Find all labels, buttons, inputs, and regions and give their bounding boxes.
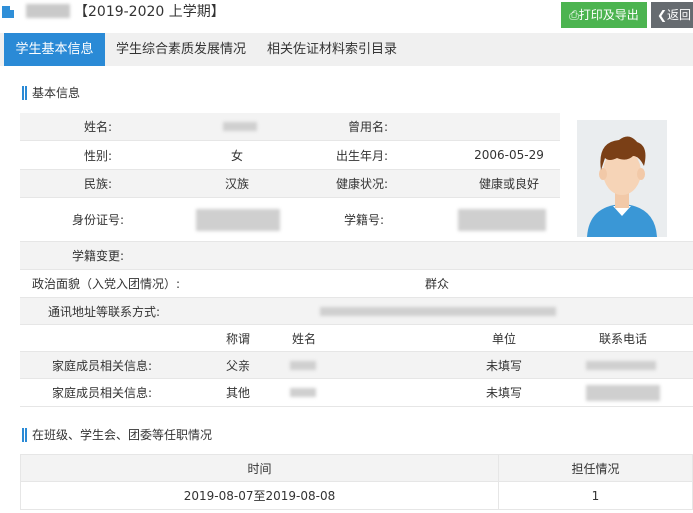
student-photo: [577, 120, 667, 237]
positions-title: 在班级、学生会、团委等任职情况: [22, 428, 212, 442]
row-family-headers: 称谓 姓名 单位 联系电话: [20, 325, 693, 352]
family-member-relation: 父亲: [225, 358, 250, 373]
tab-basic-info[interactable]: 学生基本信息: [4, 33, 105, 66]
address-value-redacted: [320, 298, 560, 324]
positions-table-header: 时间 担任情况: [20, 454, 693, 482]
birth-label: 出生年月:: [335, 148, 388, 163]
family-header-relation: 称谓: [225, 331, 250, 346]
row-enrollment-change: 学籍变更:: [20, 242, 693, 270]
back-button[interactable]: ❮返回: [651, 2, 693, 28]
family-member-phone-redacted: [586, 379, 666, 406]
student-no-value-redacted: [458, 198, 554, 241]
id-label: 身份证号:: [71, 213, 124, 227]
top-bar: 【2019-2020 上学期】 ⎙打印及导出 ❮返回: [0, 0, 693, 32]
ethnicity-label: 民族:: [83, 177, 112, 191]
document-icon: [2, 6, 14, 18]
student-name-redacted: [26, 4, 70, 18]
family-member-row: 家庭成员相关信息: 其他 未填写: [20, 379, 693, 407]
positions-row-role: 1: [591, 488, 600, 503]
family-header-phone: 联系电话: [598, 331, 647, 346]
tab-evidence-index[interactable]: 相关佐证材料索引目录: [262, 33, 402, 66]
family-member-relation: 其他: [225, 386, 250, 400]
ethnicity-value: 汉族: [224, 177, 249, 191]
birth-value: 2006-05-29: [474, 148, 544, 162]
row-gender: 性别: 女 出生年月: 2006-05-29: [20, 141, 560, 170]
political-label: 政治面貌（入党入团情况）:: [32, 277, 181, 291]
family-member-unit: 未填写: [485, 358, 522, 373]
table-row: 2019-08-07至2019-08-08 1: [20, 482, 693, 510]
row-id: 身份证号: 学籍号:: [20, 198, 560, 242]
row-ethnicity: 民族: 汉族 健康状况: 健康或良好: [20, 170, 560, 198]
family-member-name-redacted: [290, 379, 330, 406]
basic-info-title: 基本信息: [22, 86, 80, 100]
id-value-redacted: [196, 198, 286, 241]
health-label: 健康状况:: [335, 177, 388, 191]
gender-label: 性别:: [83, 148, 112, 163]
print-export-button[interactable]: ⎙打印及导出: [561, 2, 647, 28]
enrollment-change-label: 学籍变更:: [71, 249, 124, 263]
family-member-label: 家庭成员相关信息:: [52, 386, 153, 400]
row-address: 通讯地址等联系方式:: [20, 298, 693, 325]
tab-quality-development[interactable]: 学生综合素质发展情况: [111, 33, 251, 66]
former-name-label: 曾用名:: [347, 120, 388, 134]
photo-cell: [560, 113, 693, 242]
family-header-unit: 单位: [491, 331, 516, 346]
family-member-unit: 未填写: [485, 386, 522, 400]
positions-row-time: 2019-08-07至2019-08-08: [21, 482, 499, 509]
name-label: 姓名:: [83, 120, 112, 134]
tab-bar: 学生基本信息 学生综合素质发展情况 相关佐证材料索引目录: [0, 33, 693, 66]
student-no-label: 学籍号:: [343, 213, 384, 227]
positions-header-time: 时间: [21, 455, 499, 481]
health-value: 健康或良好: [478, 177, 539, 191]
term-title: 【2019-2020 上学期】: [74, 4, 225, 20]
positions-header-role: 担任情况: [571, 461, 620, 476]
row-political: 政治面貌（入党入团情况）: 群众: [20, 270, 693, 298]
row-name: 姓名: 曾用名:: [20, 113, 560, 141]
family-member-phone-redacted: [586, 352, 666, 378]
family-member-row: 家庭成员相关信息: 父亲 未填写: [20, 352, 693, 379]
address-label: 通讯地址等联系方式:: [48, 304, 161, 319]
family-member-label: 家庭成员相关信息:: [52, 358, 153, 373]
name-value-redacted: [190, 113, 290, 140]
family-member-name-redacted: [290, 352, 330, 378]
family-header-name: 姓名: [291, 331, 316, 346]
gender-value: 女: [230, 148, 243, 163]
political-value: 群众: [424, 277, 449, 291]
